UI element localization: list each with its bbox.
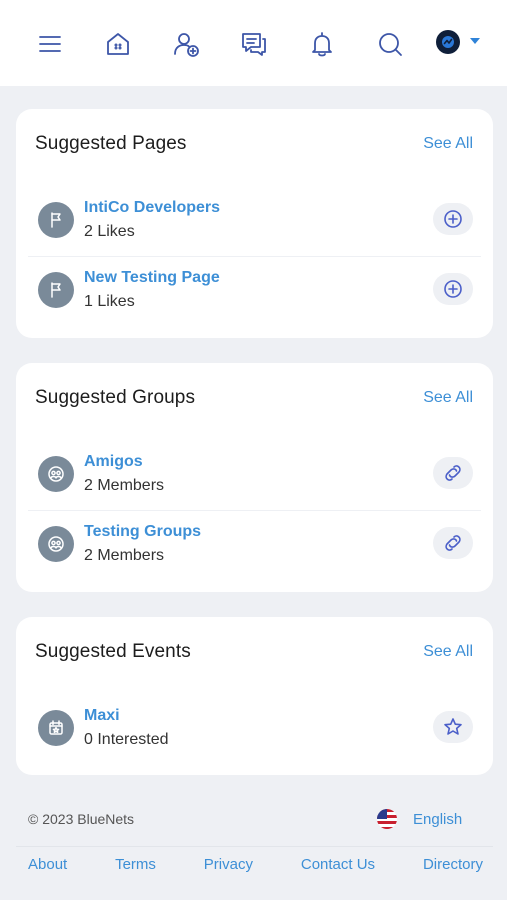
chevron-down-icon[interactable]: [470, 38, 480, 44]
avatar[interactable]: [436, 30, 460, 54]
footer-link-privacy[interactable]: Privacy: [204, 856, 253, 873]
us-flag-icon: [377, 809, 397, 829]
home-icon[interactable]: [101, 27, 135, 61]
language-label: English: [413, 810, 463, 828]
group-icon: [38, 456, 74, 492]
suggested-events-card: Suggested Events See All Maxi 0 Interest…: [16, 617, 493, 775]
join-group-button[interactable]: [433, 457, 473, 489]
footer-link-directory[interactable]: Directory: [423, 856, 483, 873]
footer-links: About Terms Privacy Contact Us Directory: [28, 856, 483, 873]
see-all-events-link[interactable]: See All: [423, 643, 473, 661]
language-selector[interactable]: English: [377, 809, 462, 829]
suggested-pages-card: Suggested Pages See All IntiCo Developer…: [16, 109, 493, 338]
list-item: IntiCo Developers 2 Likes: [28, 187, 481, 257]
notifications-icon[interactable]: [305, 27, 339, 61]
star-icon[interactable]: [433, 711, 473, 743]
search-icon[interactable]: [373, 27, 407, 61]
flag-icon: [38, 272, 74, 308]
group-name[interactable]: Amigos: [84, 453, 143, 471]
page-name[interactable]: New Testing Page: [84, 269, 220, 287]
footer-link-about[interactable]: About: [28, 856, 67, 873]
event-name[interactable]: Maxi: [84, 707, 120, 725]
card-title: Suggested Groups: [35, 387, 196, 408]
see-all-groups-link[interactable]: See All: [423, 389, 473, 407]
footer-divider: [16, 846, 493, 847]
flag-icon: [38, 202, 74, 238]
menu-icon[interactable]: [33, 27, 67, 61]
list-item: Testing Groups 2 Members: [28, 511, 481, 581]
page-likes: 2 Likes: [84, 223, 135, 240]
footer-link-contact-us[interactable]: Contact Us: [301, 856, 375, 873]
like-page-button[interactable]: [433, 273, 473, 305]
card-title: Suggested Pages: [35, 133, 187, 154]
top-navigation-bar: [0, 0, 507, 86]
join-group-button[interactable]: [433, 527, 473, 559]
calendar-icon: [38, 710, 74, 746]
messages-icon[interactable]: [237, 27, 271, 61]
card-title: Suggested Events: [35, 641, 191, 662]
footer-link-terms[interactable]: Terms: [115, 856, 156, 873]
page-likes: 1 Likes: [84, 293, 135, 310]
copyright-text: © 2023 BlueNets: [28, 811, 135, 827]
like-page-button[interactable]: [433, 203, 473, 235]
page-name[interactable]: IntiCo Developers: [84, 199, 220, 217]
list-item: Amigos 2 Members: [28, 441, 481, 511]
group-members: 2 Members: [84, 547, 165, 564]
suggested-groups-card: Suggested Groups See All Amigos 2 Member…: [16, 363, 493, 592]
add-friend-icon[interactable]: [169, 27, 203, 61]
see-all-pages-link[interactable]: See All: [423, 135, 473, 153]
event-interested: 0 Interested: [84, 731, 169, 748]
group-icon: [38, 526, 74, 562]
list-item: Maxi 0 Interested: [28, 695, 481, 765]
group-members: 2 Members: [84, 477, 165, 494]
group-name[interactable]: Testing Groups: [84, 523, 201, 541]
list-item: New Testing Page 1 Likes: [28, 257, 481, 327]
